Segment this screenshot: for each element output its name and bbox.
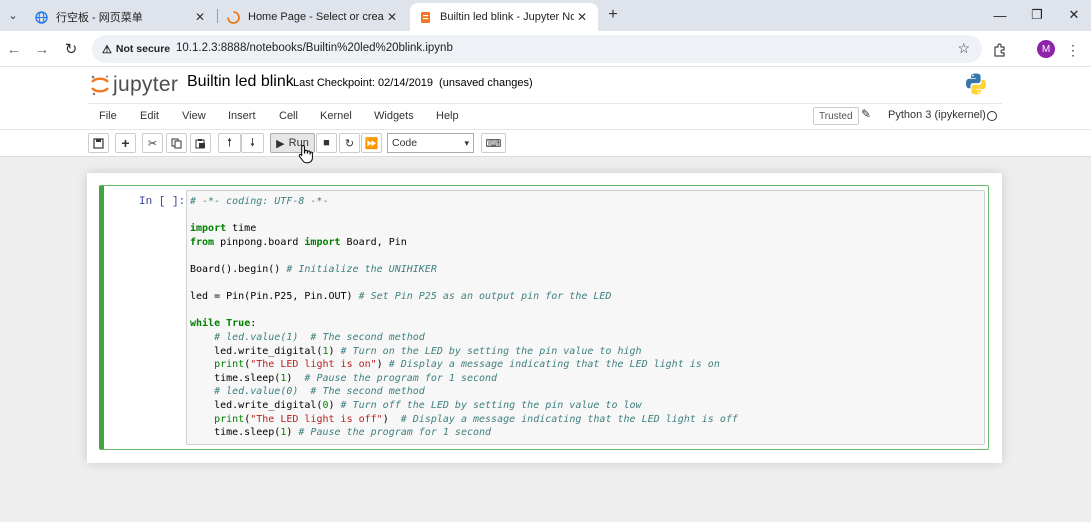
browser-tab-3[interactable]: Builtin led blink - Jupyter Notel ✕ xyxy=(410,3,598,31)
close-tab-icon[interactable]: ✕ xyxy=(192,10,208,24)
menu-kernel[interactable]: Kernel xyxy=(320,110,352,122)
code-source: # -*- coding: UTF-8 -*- import time from… xyxy=(190,196,738,439)
mouse-cursor-icon xyxy=(298,144,314,164)
menu-help[interactable]: Help xyxy=(436,110,459,122)
loading-icon xyxy=(226,10,240,24)
notebook-menubar: File Edit View Insert Cell Kernel Widget… xyxy=(0,103,1091,130)
cell-type-value: Code xyxy=(392,137,418,149)
interrupt-icon[interactable]: ■ xyxy=(316,133,337,153)
tab-title: 行空板 - 网页菜单 xyxy=(56,12,143,24)
restart-run-all-icon[interactable]: ⏩ xyxy=(361,133,382,153)
close-tab-icon[interactable]: ✕ xyxy=(384,10,400,24)
extensions-icon[interactable] xyxy=(991,41,1009,59)
code-editor[interactable]: # -*- coding: UTF-8 -*- import time from… xyxy=(186,190,985,445)
copy-icon[interactable] xyxy=(166,133,187,153)
kernel-name[interactable]: Python 3 (ipykernel) xyxy=(888,109,986,121)
move-up-icon[interactable]: 🠕 xyxy=(218,133,241,153)
close-tab-icon[interactable]: ✕ xyxy=(574,10,590,24)
tab-search-icon[interactable]: ⌄ xyxy=(3,5,23,25)
input-prompt: In [ ]: xyxy=(139,196,186,208)
menu-cell[interactable]: Cell xyxy=(279,110,298,122)
browser-toolbar: ← → ↻ ⚠ Not secure 10.1.2.3:8888/noteboo… xyxy=(0,31,1091,67)
address-bar[interactable]: ⚠ Not secure 10.1.2.3:8888/notebooks/Bui… xyxy=(92,35,982,63)
browser-tab-1[interactable]: 行空板 - 网页菜单 ✕ xyxy=(26,3,216,31)
profile-avatar[interactable]: M xyxy=(1037,40,1055,58)
trusted-badge[interactable]: Trusted xyxy=(813,107,859,125)
checkpoint-text: Last Checkpoint: 02/14/2019 xyxy=(293,77,434,89)
jupyter-logo[interactable]: jupyter xyxy=(89,73,178,97)
security-label: Not secure xyxy=(115,43,171,55)
chevron-down-icon: ▾ xyxy=(464,137,469,148)
jupyter-wordmark: jupyter xyxy=(113,73,179,96)
warning-icon: ⚠ xyxy=(102,43,112,56)
menu-edit[interactable]: Edit xyxy=(140,110,159,122)
save-icon[interactable] xyxy=(88,133,109,153)
menu-widgets[interactable]: Widgets xyxy=(374,110,414,122)
security-indicator[interactable]: ⚠ Not secure xyxy=(98,39,176,59)
menu-file[interactable]: File xyxy=(99,110,117,122)
cut-icon[interactable]: ✂ xyxy=(142,133,163,153)
insert-cell-icon[interactable]: + xyxy=(115,133,136,153)
paste-icon[interactable] xyxy=(190,133,211,153)
bookmark-star-icon[interactable]: ☆ xyxy=(957,40,970,57)
checkpoint-status: Last Checkpoint: 02/14/2019 (unsaved chan… xyxy=(293,77,533,89)
tab-title: Builtin led blink - Jupyter Notel xyxy=(440,11,574,23)
more-menu-icon[interactable]: ⋮ xyxy=(1066,40,1080,60)
play-icon: ▶ xyxy=(276,137,285,150)
jupyter-header: jupyter Builtin led blink Last Checkpoin… xyxy=(0,67,1091,103)
code-cell[interactable]: In [ ]: # -*- coding: UTF-8 -*- import t… xyxy=(99,185,989,450)
new-tab-icon[interactable]: + xyxy=(603,5,623,25)
browser-tab-2[interactable]: Home Page - Select or create a ✕ xyxy=(218,3,408,31)
restart-icon[interactable]: ↻ xyxy=(339,133,360,153)
restore-icon[interactable]: ❐ xyxy=(1022,4,1052,26)
back-icon[interactable]: ← xyxy=(3,38,25,60)
forward-icon[interactable]: → xyxy=(31,38,53,60)
menu-view[interactable]: View xyxy=(182,110,206,122)
tab-title: Home Page - Select or create a xyxy=(248,11,384,23)
url-text[interactable]: 10.1.2.3:8888/notebooks/Builtin%20led%20… xyxy=(176,42,453,54)
notebook-name[interactable]: Builtin led blink xyxy=(187,73,294,91)
python-logo-icon xyxy=(964,72,988,96)
pencil-icon[interactable]: ✎ xyxy=(861,107,871,121)
jupyter-logo-icon xyxy=(89,74,111,96)
cell-type-select[interactable]: Code ▾ xyxy=(387,133,474,153)
move-down-icon[interactable]: 🠗 xyxy=(241,133,264,153)
notebook-container: In [ ]: # -*- coding: UTF-8 -*- import t… xyxy=(0,158,1091,522)
notebook-toolbar: + ✂ 🠕 🠗 ▶ Run ■ ↻ ⏩ Code ▾ ⌨ xyxy=(0,130,1091,157)
unsaved-indicator: (unsaved changes) xyxy=(439,77,533,89)
globe-icon xyxy=(34,10,48,24)
browser-tab-strip: ⌄ 行空板 - 网页菜单 ✕ Home Page - Select or cre… xyxy=(0,0,1091,31)
jupyter-file-icon xyxy=(418,10,432,24)
close-window-icon[interactable]: ✕ xyxy=(1059,4,1089,26)
menu-insert[interactable]: Insert xyxy=(228,110,256,122)
kernel-idle-indicator xyxy=(987,111,997,121)
command-palette-icon[interactable]: ⌨ xyxy=(481,133,506,153)
notebook-page: In [ ]: # -*- coding: UTF-8 -*- import t… xyxy=(87,173,1002,463)
minimize-icon[interactable]: — xyxy=(985,4,1015,26)
reload-icon[interactable]: ↻ xyxy=(60,38,82,60)
